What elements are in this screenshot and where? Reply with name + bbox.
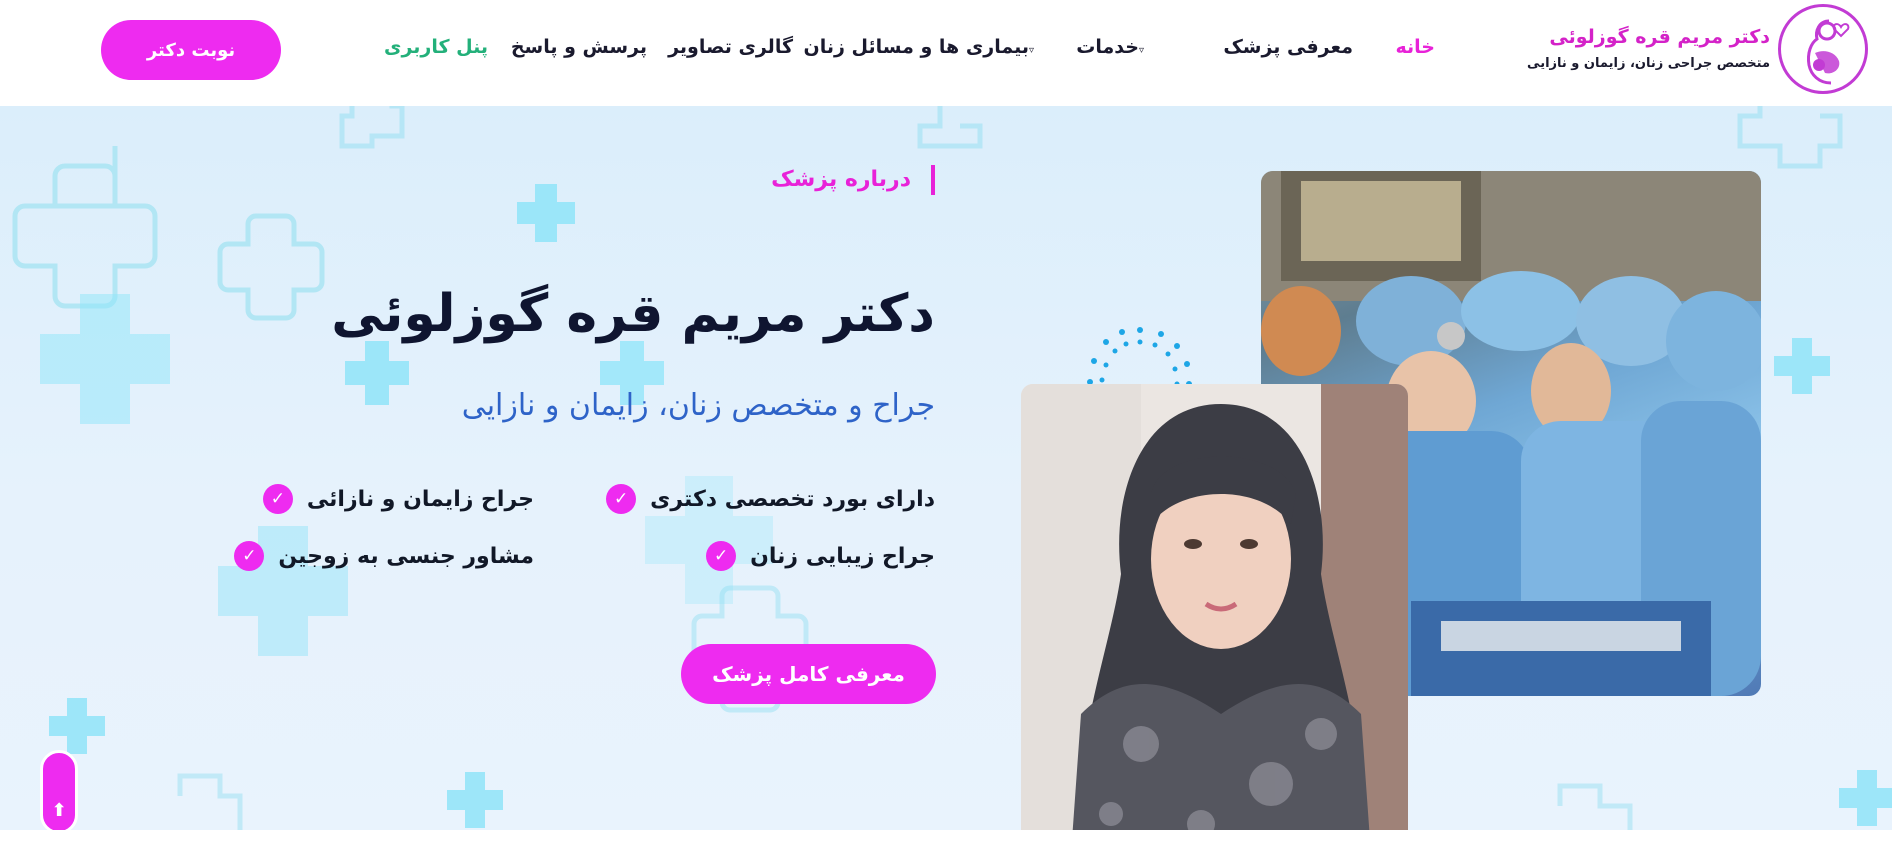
feature-item: ✓ جراح زایمان و نازائی <box>262 484 534 514</box>
nav-item-faq[interactable]: پرسش و پاسخ <box>511 36 647 58</box>
nav-item-about-doctor-label: معرفی پزشک <box>1223 36 1353 58</box>
nav-item-gallery[interactable]: گالری تصاویر <box>668 36 793 58</box>
hero-section: درباره پزشک دکتر مریم قره گوزلوئی جراح و… <box>0 106 1892 830</box>
chevron-down-icon: ▿ <box>1138 45 1144 56</box>
check-icon: ✓ <box>234 541 265 571</box>
feature-label: دارای بورد تخصصی دکتری <box>650 486 935 512</box>
doctor-specialty-subtitle: جراح و متخصص زنان، زایمان و نازایی <box>461 388 935 423</box>
check-icon: ✓ <box>606 484 637 514</box>
brand-logo[interactable]: دکتر مریم قره گوزلوئی متخصص جراحی زنان، … <box>1527 4 1876 96</box>
nav-item-about-doctor[interactable]: معرفی پزشک <box>1223 36 1353 58</box>
check-icon: ✓ <box>262 484 293 514</box>
nav-item-home-label: خانه <box>1395 36 1435 58</box>
doctor-profile-button[interactable]: معرفی کامل پزشک <box>681 644 936 704</box>
nav-item-women-diseases[interactable]: بیماری ها و مسائل زنان▿ <box>804 36 1036 58</box>
feature-item: ✓ جراح زیبایی زنان <box>706 541 935 571</box>
site-header: دکتر مریم قره گوزلوئی متخصص جراحی زنان، … <box>0 0 1892 106</box>
scroll-to-top-button[interactable]: ⬆ <box>40 750 78 830</box>
nav-item-services-label: خدمات <box>1076 36 1139 58</box>
feature-item: ✓ مشاور جنسی به زوجین <box>234 541 534 571</box>
check-icon: ✓ <box>706 541 737 571</box>
nav-item-faq-label: پرسش و پاسخ <box>510 36 647 58</box>
nav-item-home[interactable]: خانه <box>1396 36 1435 58</box>
nav-item-user-panel-label: پنل کاربری <box>384 36 488 58</box>
nav-item-services[interactable]: خدمات▿ <box>1076 36 1146 58</box>
nav-item-gallery-label: گالری تصاویر <box>668 36 793 58</box>
brand-subtitle: متخصص جراحی زنان، زایمان و نازایی <box>1527 56 1770 71</box>
section-tag: درباره پزشک <box>771 165 935 195</box>
feature-item: ✓ دارای بورد تخصصی دکتری <box>606 484 935 514</box>
nav-item-user-panel[interactable]: پنل کاربری <box>384 36 488 58</box>
mother-baby-icon <box>1778 4 1868 94</box>
book-appointment-button[interactable]: نوبت دکتر <box>101 20 281 80</box>
feature-label: جراح زیبایی زنان <box>750 543 935 569</box>
feature-label: جراح زایمان و نازائی <box>306 486 534 512</box>
brand-title: دکتر مریم قره گوزلوئی <box>1549 26 1770 48</box>
nav-item-women-diseases-label: بیماری ها و مسائل زنان <box>803 36 1029 58</box>
feature-label: مشاور جنسی به زوجین <box>278 543 534 569</box>
arrow-up-icon: ⬆ <box>51 800 67 821</box>
doctor-name-heading: دکتر مریم قره گوزلوئی <box>331 284 935 344</box>
chevron-down-icon: ▿ <box>1028 45 1034 56</box>
doctor-portrait-photo <box>1021 384 1408 830</box>
